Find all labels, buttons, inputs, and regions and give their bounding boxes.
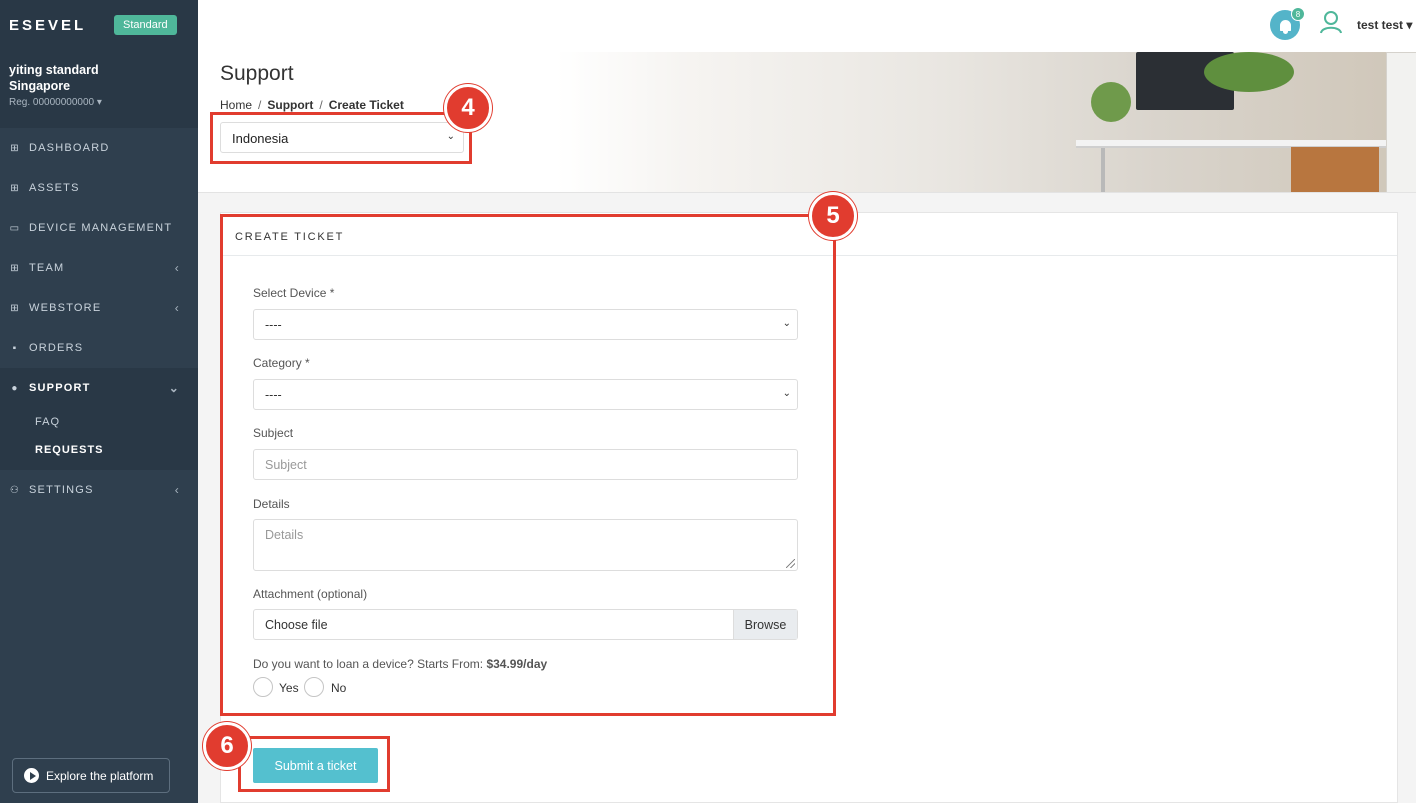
banner-plant-desk xyxy=(1091,82,1131,122)
sidebar-item-settings[interactable]: ⚇ SETTINGS ‹ xyxy=(0,470,198,510)
grid-icon: ⊞ xyxy=(10,262,20,274)
caret-down-icon: ▾ xyxy=(96,97,102,108)
office-banner-image xyxy=(556,52,1416,192)
user-icon[interactable] xyxy=(1320,10,1342,34)
annotation-box-6 xyxy=(238,736,390,792)
sidebar-item-assets[interactable]: ⊞ ASSETS xyxy=(0,168,198,208)
breadcrumb-home[interactable]: Home xyxy=(220,98,252,112)
info-icon: ● xyxy=(11,382,19,394)
sidebar-header: ESEVEL Standard yiting standard Singapor… xyxy=(0,0,198,128)
support-submenu: FAQ REQUESTS xyxy=(0,408,198,470)
chevron-left-icon: ‹ xyxy=(174,301,180,315)
grid-icon: ⊞ xyxy=(10,182,20,194)
grid-icon: ⊞ xyxy=(10,142,20,154)
sidebar-nav: ⊞ DASHBOARD ⊞ ASSETS ▭ DEVICE MANAGEMENT ⊞ T… xyxy=(0,128,198,510)
sidebar-item-label: WEBSTORE xyxy=(29,302,102,314)
annotation-box-5 xyxy=(220,214,836,716)
banner-plant-hanging xyxy=(1204,52,1294,92)
sidebar-item-webstore[interactable]: ⊞ WEBSTORE ‹ xyxy=(0,288,198,328)
banner-desk-leg xyxy=(1101,148,1105,192)
notification-count-badge: 8 xyxy=(1291,7,1305,21)
sidebar-item-label: DASHBOARD xyxy=(29,142,110,154)
breadcrumb: Home / Support / Create Ticket xyxy=(220,98,404,112)
breadcrumb-support[interactable]: Support xyxy=(267,98,313,112)
topbar: 8 test test ▾ xyxy=(198,0,1416,52)
explore-platform-label: Explore the platform xyxy=(46,768,154,783)
chevron-left-icon: ‹ xyxy=(174,483,180,497)
explore-platform-button[interactable]: Explore the platform xyxy=(12,758,170,793)
annotation-box-4 xyxy=(210,112,472,164)
caret-down-icon: ▾ xyxy=(1406,18,1413,32)
sidebar-item-label: SUPPORT xyxy=(29,382,91,394)
annotation-badge-4: 4 xyxy=(444,84,492,132)
user-name: test test xyxy=(1357,18,1404,32)
sidebar-item-label: DEVICE MANAGEMENT xyxy=(29,222,173,234)
sidebar-item-dashboard[interactable]: ⊞ DASHBOARD xyxy=(0,128,198,168)
sidebar-subitem-requests[interactable]: REQUESTS xyxy=(0,436,198,464)
chevron-down-icon: ⌄ xyxy=(168,381,180,395)
sidebar-item-team[interactable]: ⊞ TEAM ‹ xyxy=(0,248,198,288)
banner-shelf xyxy=(1386,52,1416,192)
document-icon: ▪ xyxy=(12,342,18,354)
play-icon xyxy=(24,768,39,783)
annotation-badge-6: 6 xyxy=(203,722,251,770)
org-name-line2: Singapore xyxy=(9,79,71,93)
breadcrumb-create-ticket: Create Ticket xyxy=(328,98,404,112)
sidebar-item-label: ASSETS xyxy=(29,182,80,194)
sidebar: ESEVEL Standard yiting standard Singapor… xyxy=(0,0,198,803)
brand-logo[interactable]: ESEVEL xyxy=(9,17,86,34)
sidebar-item-support[interactable]: ● SUPPORT ⌄ xyxy=(0,368,198,408)
user-menu[interactable]: test test ▾ xyxy=(1357,18,1412,32)
org-reg-dropdown[interactable]: Reg. 00000000000 ▾ xyxy=(9,97,102,108)
banner-cabinet xyxy=(1291,147,1379,192)
org-reg-label: Reg. 00000000000 xyxy=(9,97,95,108)
laptop-icon: ▭ xyxy=(9,222,21,234)
plan-badge: Standard xyxy=(114,15,177,35)
sidebar-item-label: ORDERS xyxy=(29,342,84,354)
chevron-left-icon: ‹ xyxy=(174,261,180,275)
page-title: Support xyxy=(220,62,294,85)
annotation-badge-5: 5 xyxy=(809,192,857,240)
org-name[interactable]: yiting standard Singapore xyxy=(9,62,99,94)
bell-icon xyxy=(1279,19,1291,34)
users-icon: ⚇ xyxy=(9,484,21,496)
sidebar-item-label: TEAM xyxy=(29,262,65,274)
sidebar-subitem-faq[interactable]: FAQ xyxy=(0,408,198,436)
sidebar-item-orders[interactable]: ▪ ORDERS xyxy=(0,328,198,368)
sidebar-item-label: SETTINGS xyxy=(29,484,94,496)
org-name-line1: yiting standard xyxy=(9,63,99,77)
sidebar-item-device-management[interactable]: ▭ DEVICE MANAGEMENT xyxy=(0,208,198,248)
grid-icon: ⊞ xyxy=(10,302,20,314)
